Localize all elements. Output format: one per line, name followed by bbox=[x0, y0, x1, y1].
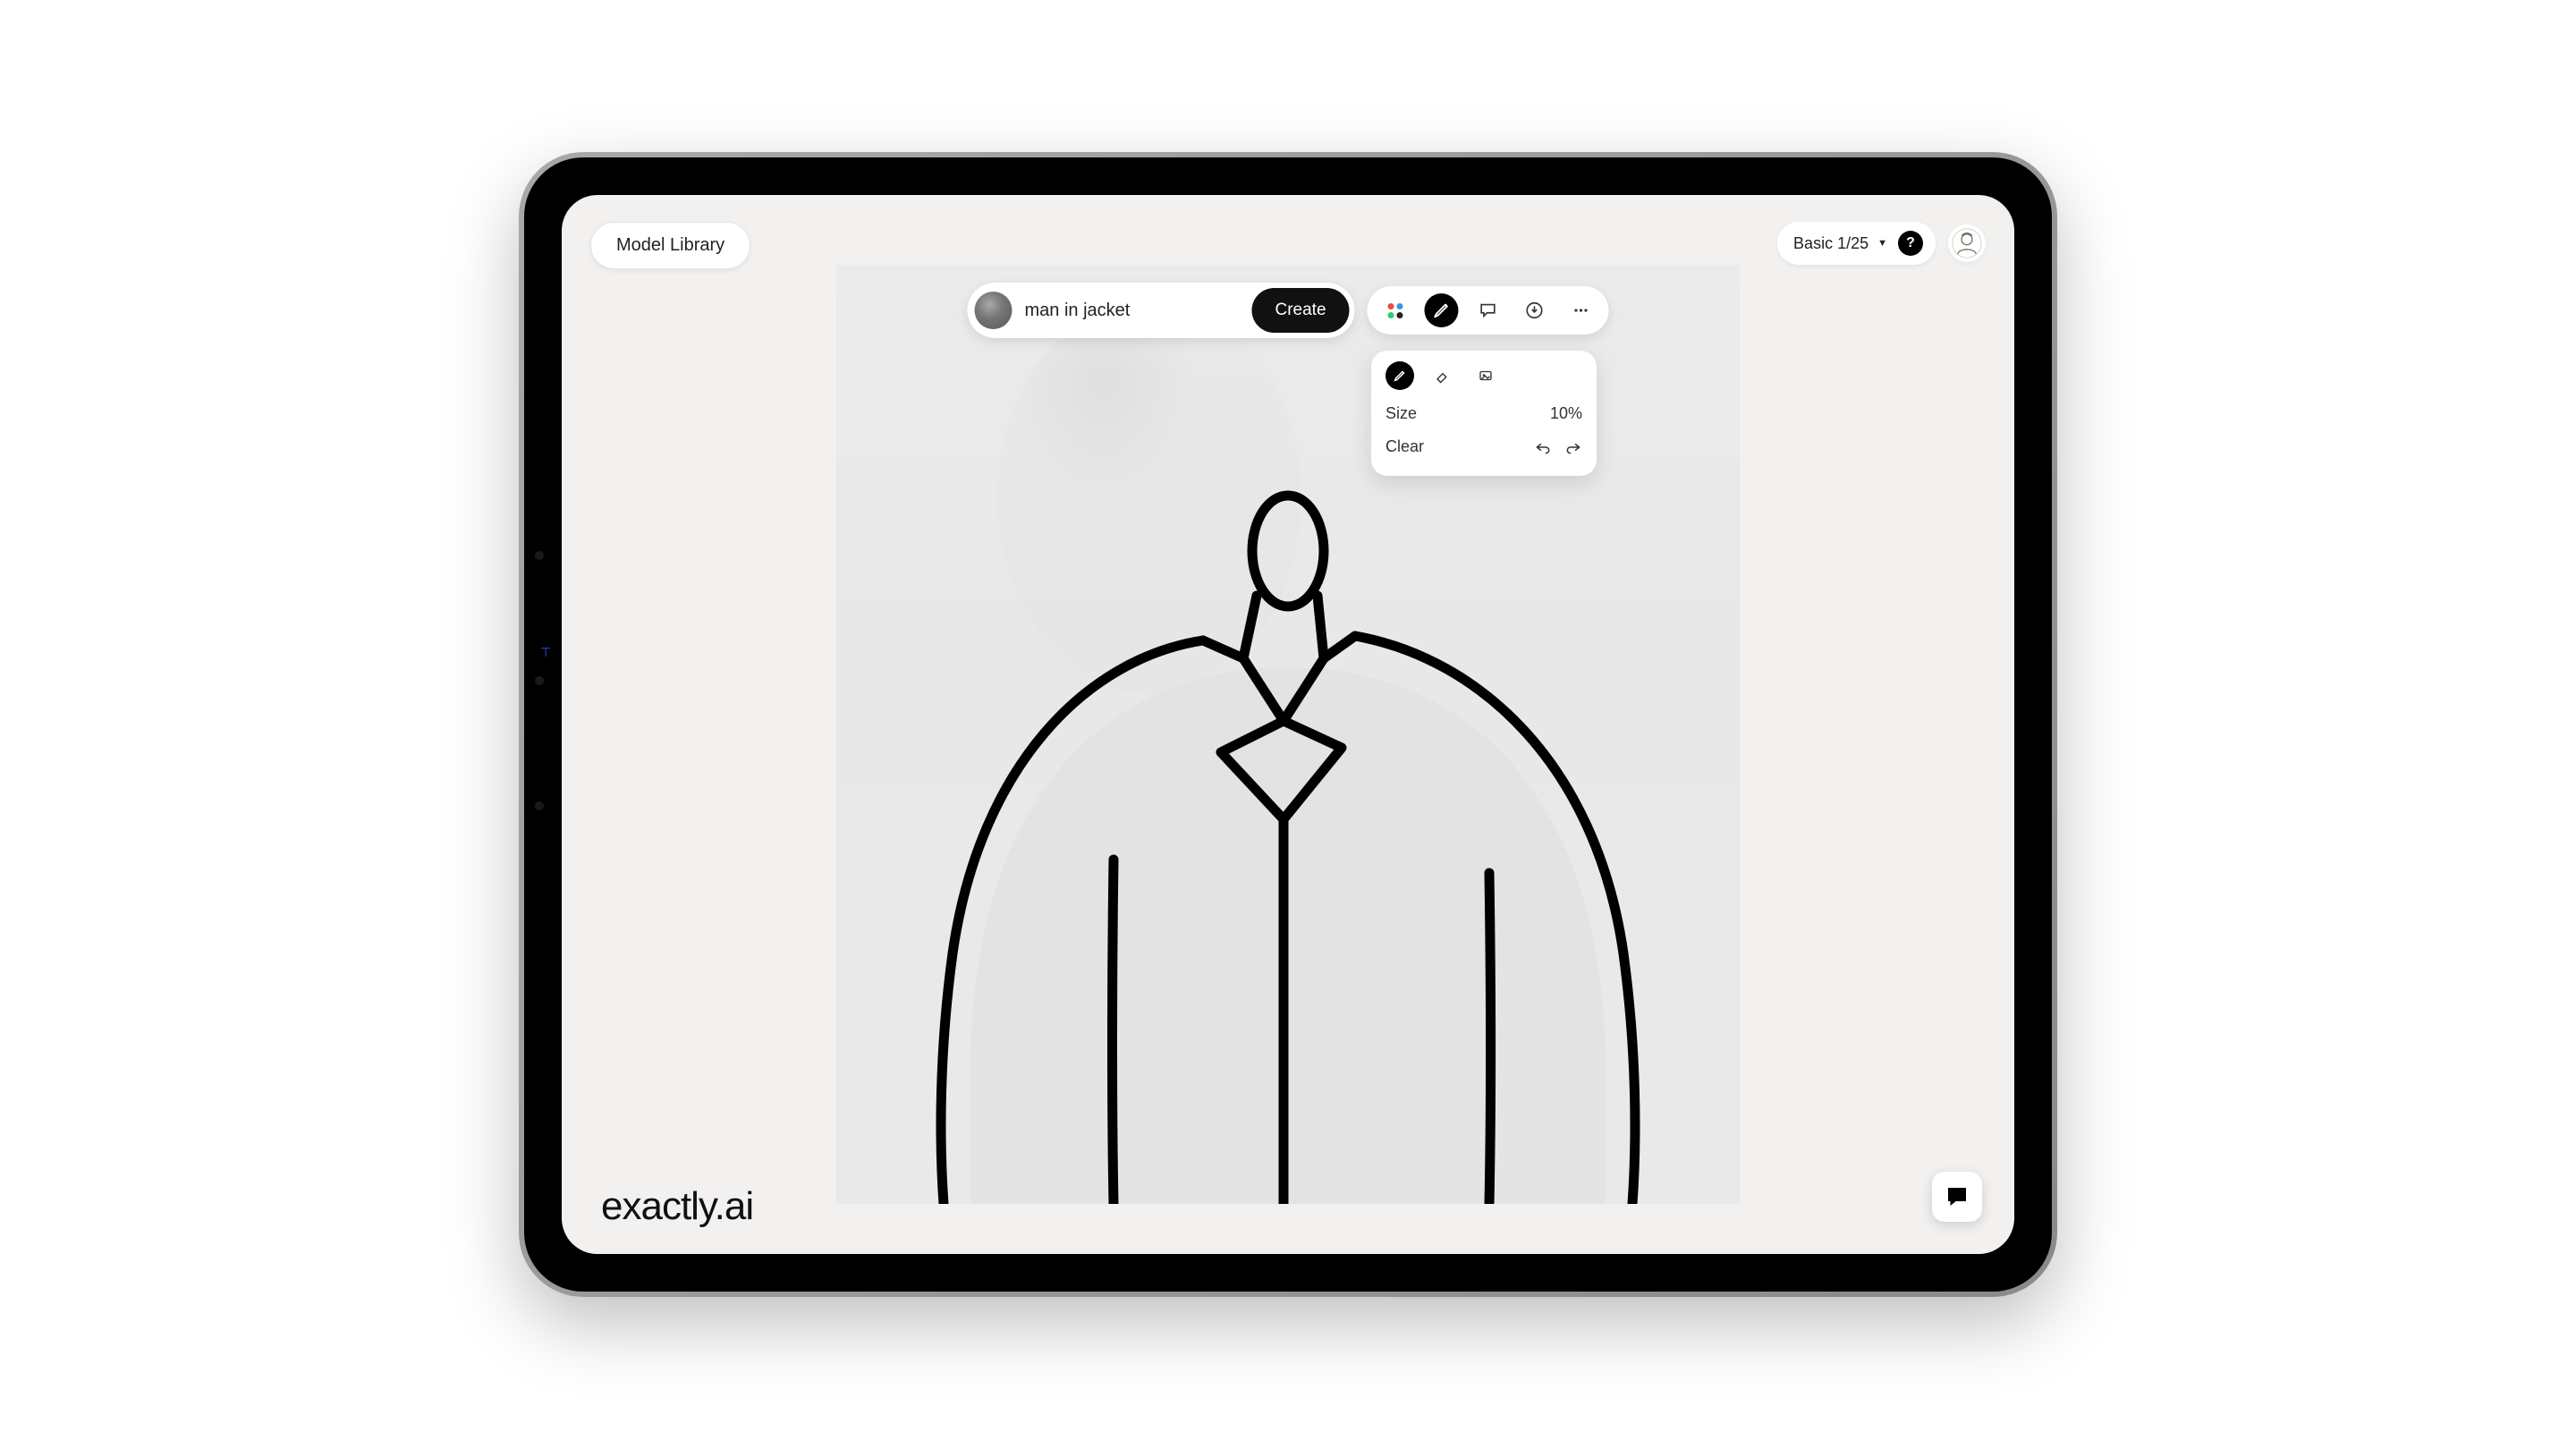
prompt-pill: Create bbox=[967, 283, 1354, 338]
prompt-bar: Create bbox=[967, 283, 1608, 338]
model-library-button[interactable]: Model Library bbox=[590, 222, 750, 269]
chat-icon bbox=[1944, 1183, 1970, 1210]
size-value: 10% bbox=[1550, 404, 1582, 423]
more-button[interactable] bbox=[1564, 293, 1598, 327]
download-button[interactable] bbox=[1518, 293, 1552, 327]
eraser-icon bbox=[1435, 368, 1451, 384]
pencil-icon bbox=[1432, 301, 1452, 320]
more-icon bbox=[1572, 301, 1591, 320]
redo-button[interactable] bbox=[1564, 438, 1582, 456]
create-button[interactable]: Create bbox=[1251, 288, 1349, 333]
image-tool[interactable] bbox=[1471, 361, 1500, 390]
chevron-down-icon: ▼ bbox=[1877, 238, 1887, 249]
top-right-controls: Basic 1/25 ▼ ? bbox=[1777, 222, 1986, 265]
ipad-indicator: ⊤ bbox=[540, 645, 551, 660]
ipad-bezel: ⊤ Model Library Basic 1/25 ▼ ? bbox=[524, 157, 2052, 1292]
canvas-background-image bbox=[836, 265, 1740, 1204]
clear-button[interactable]: Clear bbox=[1385, 437, 1424, 456]
user-avatar[interactable] bbox=[1948, 225, 1986, 262]
avatar-icon bbox=[1952, 228, 1982, 258]
app-screen: Model Library Basic 1/25 ▼ ? bbox=[562, 195, 2014, 1254]
prompt-input[interactable] bbox=[1024, 301, 1239, 321]
color-grid-icon bbox=[1387, 303, 1402, 318]
draw-tools-row bbox=[1385, 361, 1582, 390]
size-row: Size 10% bbox=[1385, 397, 1582, 430]
chat-tool-button[interactable] bbox=[1471, 293, 1505, 327]
plan-label: Basic 1/25 bbox=[1793, 234, 1868, 253]
brand-logo: exactly.ai bbox=[601, 1184, 753, 1229]
pen-icon bbox=[1392, 368, 1408, 384]
eraser-tool[interactable] bbox=[1428, 361, 1457, 390]
size-label: Size bbox=[1385, 404, 1417, 423]
help-button[interactable]: ? bbox=[1898, 231, 1923, 256]
speech-bubble-icon bbox=[1479, 301, 1498, 320]
plan-selector[interactable]: Basic 1/25 ▼ ? bbox=[1777, 222, 1936, 265]
download-icon bbox=[1525, 301, 1545, 320]
chat-button[interactable] bbox=[1932, 1172, 1982, 1222]
canvas[interactable] bbox=[836, 265, 1740, 1204]
ipad-side-buttons bbox=[535, 551, 544, 810]
aspect-ratio-button[interactable] bbox=[1378, 293, 1412, 327]
pen-tool[interactable] bbox=[1385, 361, 1414, 390]
clear-row: Clear bbox=[1385, 430, 1582, 463]
model-thumbnail[interactable] bbox=[974, 292, 1012, 329]
tool-pill bbox=[1368, 286, 1609, 335]
draw-panel: Size 10% Clear bbox=[1371, 351, 1597, 476]
ipad-frame: ⊤ Model Library Basic 1/25 ▼ ? bbox=[519, 152, 2057, 1297]
image-icon bbox=[1478, 368, 1494, 384]
undo-button[interactable] bbox=[1534, 438, 1552, 456]
draw-button[interactable] bbox=[1425, 293, 1459, 327]
